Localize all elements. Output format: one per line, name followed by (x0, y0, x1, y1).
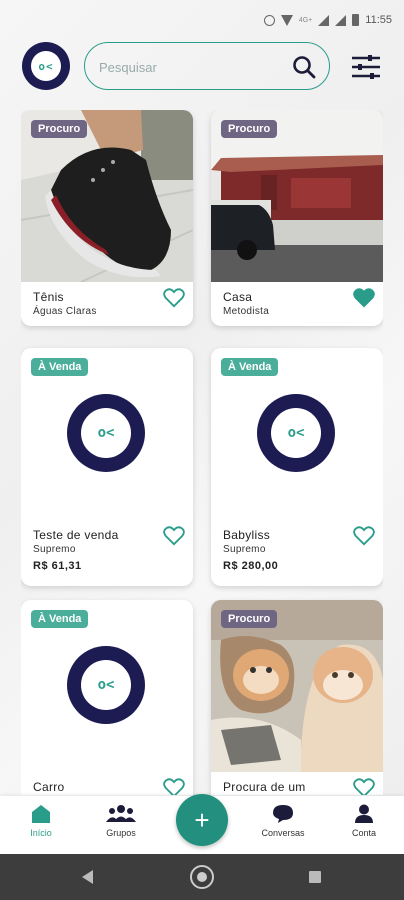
listing-info: Carro (21, 772, 193, 795)
listing-info: Teste de venda Supremo R$ 61,31 (21, 520, 193, 572)
listing-title: Carro (33, 780, 65, 794)
nav-groups[interactable]: Grupos (86, 804, 156, 838)
search-input[interactable] (99, 55, 279, 79)
favorite-heart-icon[interactable] (163, 288, 185, 308)
listing-title: Tênis (33, 290, 64, 304)
listing-title: Babyliss (223, 528, 271, 542)
placeholder-logo: o< (257, 394, 335, 472)
listing-price: R$ 280,00 (223, 560, 279, 572)
nav-chats-label: Conversas (261, 828, 305, 838)
favorite-heart-icon[interactable] (163, 778, 185, 795)
search-bar (84, 42, 330, 90)
user-icon (355, 804, 373, 823)
filter-icon[interactable] (350, 54, 382, 80)
home-button-icon[interactable] (190, 865, 214, 889)
listing-card[interactable]: o< À Venda Teste de venda Supremo R$ 61,… (21, 348, 193, 586)
nav-account-label: Conta (351, 828, 377, 838)
listing-info: Tênis Águas Claras (21, 282, 193, 317)
placeholder-logo-mark: o< (271, 408, 321, 458)
listing-title: Casa (223, 290, 253, 304)
nav-home[interactable]: Início (6, 804, 76, 838)
favorite-heart-icon[interactable] (353, 526, 375, 546)
listing-image: Procuro (21, 110, 193, 282)
listing-type-badge: Procuro (221, 120, 278, 138)
listing-image: o< À Venda (211, 348, 383, 520)
favorite-heart-icon[interactable] (163, 526, 185, 546)
listing-info: Babyliss Supremo R$ 280,00 (211, 520, 383, 572)
placeholder-logo-mark: o< (81, 408, 131, 458)
listing-type-badge: À Venda (31, 610, 89, 628)
app-logo[interactable]: o< (22, 42, 70, 90)
listing-title: Teste de venda (33, 528, 119, 542)
home-icon (32, 805, 50, 823)
listing-image: Procuro (211, 600, 383, 772)
nav-chats[interactable]: Conversas (248, 804, 318, 838)
listing-location: Águas Claras (33, 306, 97, 317)
add-listing-button[interactable]: + (176, 794, 228, 846)
header: o< (22, 42, 382, 92)
system-nav-bar (0, 854, 404, 900)
listing-type-badge: À Venda (31, 358, 89, 376)
alarm-icon (263, 14, 275, 26)
app-logo-mark: o< (31, 51, 61, 81)
listing-info: Casa Metodista (211, 282, 383, 317)
favorite-heart-filled-icon[interactable] (353, 288, 375, 308)
recent-apps-icon[interactable] (309, 871, 321, 883)
chat-bubble-icon (273, 805, 293, 823)
search-icon[interactable] (291, 54, 317, 80)
listing-type-badge: Procuro (221, 610, 278, 628)
nav-account[interactable]: Conta (329, 804, 399, 838)
listing-image: o< À Venda (21, 348, 193, 520)
battery-icon (352, 14, 360, 26)
nav-groups-label: Grupos (106, 828, 136, 838)
placeholder-logo-mark: o< (81, 660, 131, 710)
listing-grid: Procuro Tênis Águas Claras Procuro Casa … (21, 110, 383, 795)
listing-location: Supremo (223, 544, 266, 555)
status-icons: 4G+ 11:55 (263, 14, 392, 26)
listing-type-badge: Procuro (31, 120, 88, 138)
listing-card[interactable]: Procuro Casa Metodista (211, 110, 383, 326)
listing-card[interactable]: o< À Venda Carro (21, 600, 193, 795)
listing-card[interactable]: Procuro Tênis Águas Claras (21, 110, 193, 326)
wifi-icon (280, 14, 293, 26)
signal-icon (318, 14, 330, 26)
listing-card[interactable]: Procuro Procura de um (211, 600, 383, 795)
placeholder-logo: o< (67, 646, 145, 724)
signal-icon-2 (335, 14, 347, 26)
listing-price: R$ 61,31 (33, 560, 82, 572)
listing-location: Supremo (33, 544, 76, 555)
listing-card[interactable]: o< À Venda Babyliss Supremo R$ 280,00 (211, 348, 383, 586)
listing-type-badge: À Venda (221, 358, 279, 376)
status-bar: 4G+ 11:55 (0, 0, 404, 40)
status-time: 11:55 (365, 14, 392, 26)
back-icon[interactable] (82, 870, 93, 884)
network-type: 4G+ (298, 16, 313, 24)
groups-icon (106, 805, 136, 822)
listing-image: o< À Venda (21, 600, 193, 772)
bottom-nav: Início Grupos + Conversas Conta (0, 794, 404, 854)
listing-location: Metodista (223, 306, 270, 317)
favorite-heart-icon[interactable] (353, 778, 375, 795)
listing-image: Procuro (211, 110, 383, 282)
listing-title: Procura de um (223, 780, 306, 794)
placeholder-logo: o< (67, 394, 145, 472)
nav-home-label: Início (30, 828, 52, 838)
listing-info: Procura de um (211, 772, 383, 795)
